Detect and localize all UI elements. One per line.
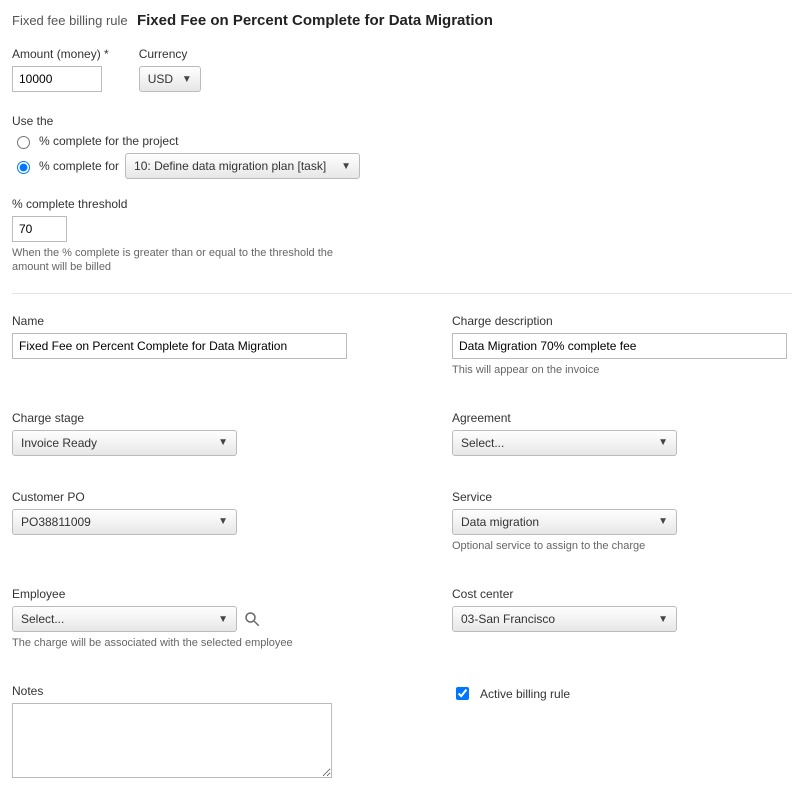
currency-select[interactable]: USD ▼	[139, 66, 201, 92]
notes-textarea[interactable]	[12, 703, 332, 778]
task-select-value: 10: Define data migration plan [task]	[134, 159, 326, 173]
chevron-down-icon: ▼	[218, 614, 228, 625]
employee-field: Employee Select... ▼ The charge will be …	[12, 587, 392, 650]
charge-stage-value: Invoice Ready	[21, 436, 97, 450]
cost-center-select[interactable]: 03-San Francisco ▼	[452, 606, 677, 632]
service-select[interactable]: Data migration ▼	[452, 509, 677, 535]
customer-po-value: PO38811009	[21, 515, 91, 529]
currency-value: USD	[148, 72, 173, 86]
required-mark-icon: *	[104, 47, 109, 61]
customer-po-label: Customer PO	[12, 490, 392, 504]
cost-center-label: Cost center	[452, 587, 792, 601]
service-field: Service Data migration ▼ Optional servic…	[452, 490, 792, 553]
threshold-field: % complete threshold When the % complete…	[12, 197, 792, 275]
active-field: Active billing rule	[452, 684, 792, 781]
active-checkbox[interactable]	[456, 687, 469, 700]
employee-hint: The charge will be associated with the s…	[12, 636, 392, 650]
chevron-down-icon: ▼	[341, 161, 351, 172]
charge-stage-field: Charge stage Invoice Ready ▼	[12, 411, 392, 456]
agreement-label: Agreement	[452, 411, 792, 425]
charge-description-input[interactable]	[452, 333, 787, 359]
threshold-label: % complete threshold	[12, 197, 792, 211]
threshold-hint: When the % complete is greater than or e…	[12, 246, 342, 275]
name-field: Name	[12, 314, 392, 377]
chevron-down-icon: ▼	[218, 437, 228, 448]
agreement-value: Select...	[461, 436, 504, 450]
chevron-down-icon: ▼	[218, 516, 228, 527]
charge-stage-label: Charge stage	[12, 411, 392, 425]
currency-label: Currency	[139, 47, 201, 61]
notes-field: Notes	[12, 684, 392, 781]
header-title: Fixed Fee on Percent Complete for Data M…	[137, 12, 493, 29]
charge-description-hint: This will appear on the invoice	[452, 363, 792, 377]
chevron-down-icon: ▼	[658, 614, 668, 625]
chevron-down-icon: ▼	[658, 437, 668, 448]
active-label: Active billing rule	[480, 687, 570, 701]
service-hint: Optional service to assign to the charge	[452, 539, 792, 553]
amount-input[interactable]	[12, 66, 102, 92]
section-divider	[12, 293, 792, 294]
notes-label: Notes	[12, 684, 392, 698]
name-input[interactable]	[12, 333, 347, 359]
use-the-section: Use the % complete for the project % com…	[12, 114, 792, 179]
amount-field: Amount (money) *	[12, 47, 109, 92]
page-header: Fixed fee billing rule Fixed Fee on Perc…	[12, 12, 792, 29]
charge-stage-select[interactable]: Invoice Ready ▼	[12, 430, 237, 456]
header-prefix: Fixed fee billing rule	[12, 13, 128, 28]
cost-center-field: Cost center 03-San Francisco ▼	[452, 587, 792, 650]
chevron-down-icon: ▼	[658, 516, 668, 527]
currency-field: Currency USD ▼	[139, 47, 201, 92]
radio-percent-project-label: % complete for the project	[39, 134, 178, 148]
customer-po-field: Customer PO PO38811009 ▼	[12, 490, 392, 553]
cost-center-value: 03-San Francisco	[461, 612, 555, 626]
details-grid: Name Charge description This will appear…	[12, 314, 792, 794]
radio-percent-for-label: % complete for	[39, 159, 119, 173]
agreement-field: Agreement Select... ▼	[452, 411, 792, 456]
customer-po-select[interactable]: PO38811009 ▼	[12, 509, 237, 535]
agreement-select[interactable]: Select... ▼	[452, 430, 677, 456]
threshold-input[interactable]	[12, 216, 67, 242]
search-icon[interactable]	[243, 610, 261, 628]
radio-percent-project[interactable]	[17, 136, 30, 149]
name-label: Name	[12, 314, 392, 328]
use-the-label: Use the	[12, 114, 792, 128]
amount-label: Amount (money) *	[12, 47, 109, 61]
charge-description-label: Charge description	[452, 314, 792, 328]
task-select[interactable]: 10: Define data migration plan [task] ▼	[125, 153, 360, 179]
employee-value: Select...	[21, 612, 64, 626]
employee-select[interactable]: Select... ▼	[12, 606, 237, 632]
service-value: Data migration	[461, 515, 539, 529]
charge-description-field: Charge description This will appear on t…	[452, 314, 792, 377]
service-label: Service	[452, 490, 792, 504]
amount-label-text: Amount (money)	[12, 47, 101, 61]
chevron-down-icon: ▼	[182, 74, 192, 85]
employee-label: Employee	[12, 587, 392, 601]
radio-percent-for[interactable]	[17, 161, 30, 174]
